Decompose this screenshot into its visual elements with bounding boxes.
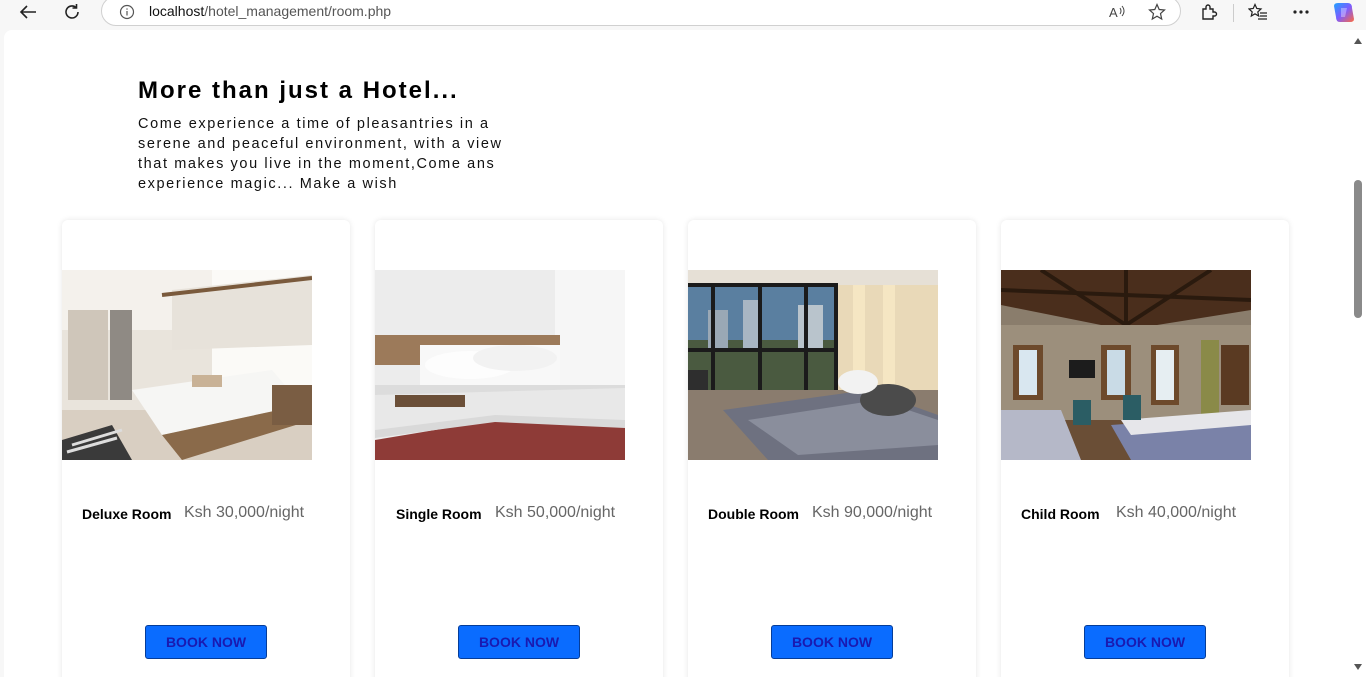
- book-now-button-single[interactable]: BOOK NOW: [458, 625, 580, 659]
- scrollbar-thumb[interactable]: [1354, 180, 1362, 318]
- url-text[interactable]: localhost/hotel_management/room.php: [149, 3, 391, 19]
- svg-text:A: A: [1109, 5, 1118, 20]
- room-price-child: Ksh 40,000/night: [1116, 504, 1237, 521]
- room-card-double: Double Room Ksh 90,000/night BOOK NOW: [688, 220, 976, 677]
- hero-section: More than just a Hotel... Come experienc…: [138, 76, 538, 194]
- hero-description: Come experience a time of pleasantries i…: [138, 116, 503, 192]
- room-card-child: Child Room Ksh 40,000/night BOOK NOW: [1001, 220, 1289, 677]
- room-photo-deluxe: [62, 270, 312, 460]
- room-photo-double: [688, 270, 938, 460]
- room-name-deluxe: Deluxe Room: [82, 506, 172, 522]
- room-name-double: Double Room: [708, 506, 799, 522]
- url-host: localhost: [149, 3, 205, 19]
- extensions-icon[interactable]: [1194, 0, 1224, 24]
- page-viewport: More than just a Hotel... Come experienc…: [4, 30, 1350, 677]
- browser-toolbar: localhost/hotel_management/room.php A: [0, 0, 1366, 30]
- favorite-star-icon[interactable]: [1146, 1, 1168, 23]
- address-bar[interactable]: localhost/hotel_management/room.php A: [101, 0, 1181, 26]
- favorites-icon[interactable]: [1243, 0, 1273, 24]
- url-path: /hotel_management/room.php: [204, 3, 392, 19]
- more-options-icon[interactable]: [1286, 0, 1316, 24]
- read-aloud-icon[interactable]: A: [1106, 1, 1128, 23]
- page-scrollbar[interactable]: [1350, 30, 1366, 677]
- room-card-single: Single Room Ksh 50,000/night BOOK NOW: [375, 220, 663, 677]
- hero-title: More than just a Hotel...: [138, 77, 459, 104]
- room-photo-single: [375, 270, 625, 460]
- refresh-icon[interactable]: [57, 0, 87, 24]
- room-card-deluxe: Deluxe Room Ksh 30,000/night BOOK NOW: [62, 220, 350, 677]
- scroll-up-icon[interactable]: [1354, 38, 1362, 44]
- book-now-button-child[interactable]: BOOK NOW: [1084, 625, 1206, 659]
- room-price-double: Ksh 90,000/night: [812, 504, 933, 521]
- room-name-child: Child Room: [1021, 506, 1100, 522]
- scroll-down-icon[interactable]: [1354, 664, 1362, 670]
- book-now-button-deluxe[interactable]: BOOK NOW: [145, 625, 267, 659]
- book-now-button-double[interactable]: BOOK NOW: [771, 625, 893, 659]
- room-price-single: Ksh 50,000/night: [495, 504, 616, 521]
- room-price-deluxe: Ksh 30,000/night: [184, 504, 305, 521]
- back-icon[interactable]: [13, 0, 43, 24]
- room-name-single: Single Room: [396, 506, 482, 522]
- toolbar-divider: [1233, 4, 1234, 22]
- copilot-icon[interactable]: [1329, 0, 1359, 24]
- room-photo-child: [1001, 270, 1251, 460]
- site-info-icon[interactable]: [118, 3, 136, 21]
